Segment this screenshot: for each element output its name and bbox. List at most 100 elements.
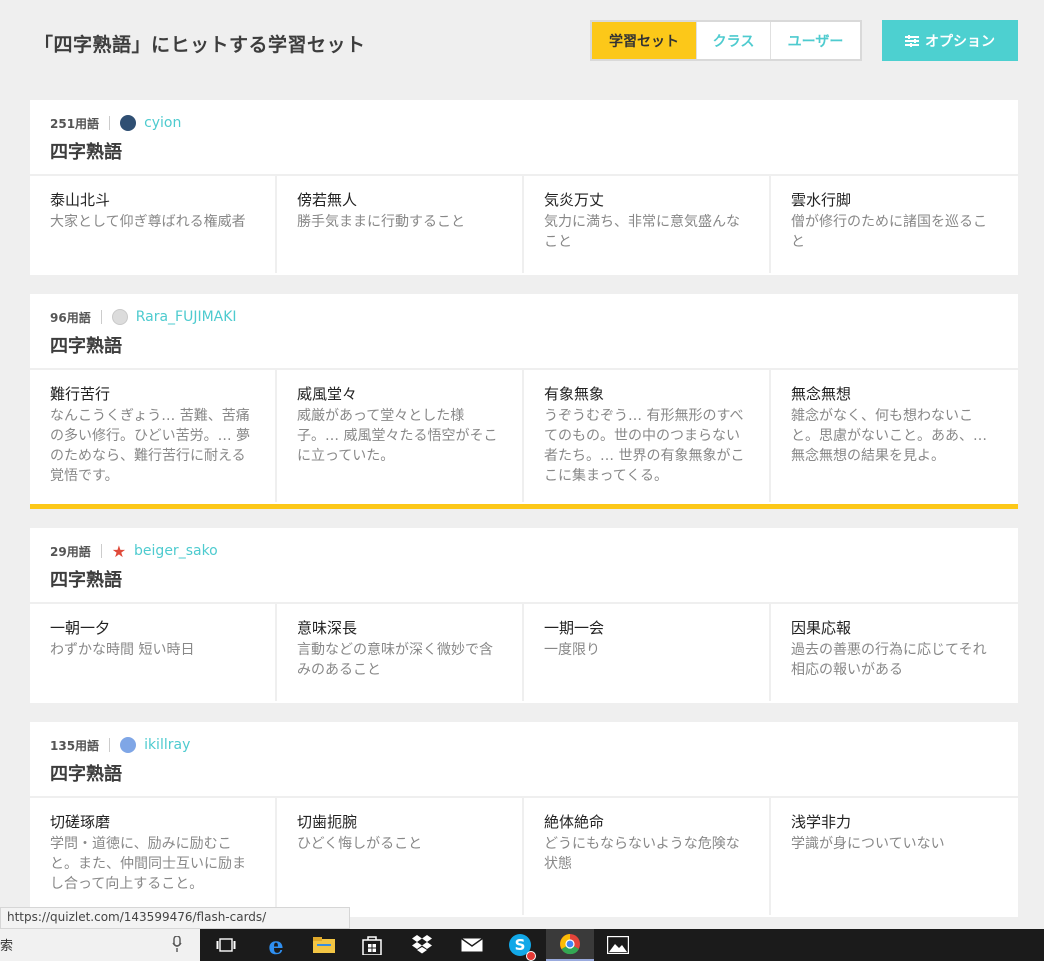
term-preview: 有象無象 うぞうむぞう… 有形無形のすべてのもの。世の中のつまらない者たち。… …: [524, 370, 771, 502]
microphone-icon[interactable]: [172, 935, 182, 956]
result-type-tabs: 学習セット クラス ユーザー: [590, 20, 862, 61]
term-count: 135用語: [50, 738, 100, 753]
term-definition: 言動などの意味が深く微妙で含みのあること: [297, 642, 493, 678]
term-definition: ひどく悔しがること: [297, 836, 423, 852]
term-word: 雲水行脚: [791, 191, 852, 209]
term-preview-row: 切磋琢磨 学問・道徳に、励みに励むこと。また、仲間同士互いに励まし合って向上する…: [30, 798, 1018, 915]
term-word: 因果応報: [791, 619, 852, 637]
meta-divider: [100, 310, 102, 324]
term-definition: 一度限り: [544, 642, 600, 658]
username-link[interactable]: beiger_sako: [134, 543, 218, 559]
term-preview: 意味深長 言動などの意味が深く微妙で含みのあること: [277, 604, 524, 701]
term-definition: 学問・道徳に、励みに励むこと。また、仲間同士互いに励まし合って向上すること。: [50, 836, 246, 892]
term-preview-row: 一朝一夕 わずかな時間 短い時日 意味深長 言動などの意味が深く微妙で含みのある…: [30, 604, 1018, 701]
set-title[interactable]: 四字熟語: [50, 138, 122, 164]
term-count: 29用語: [50, 544, 91, 559]
tab-study-sets[interactable]: 学習セット: [592, 22, 696, 59]
term-definition: 僧が修行のために諸国を巡ること: [791, 214, 987, 250]
term-preview: 泰山北斗 大家として仰ぎ尊ばれる権威者: [30, 176, 277, 273]
term-preview: 難行苦行 なんこうくぎょう… 苦難、苦痛の多い修行。ひどい苦労。… 夢のためなら…: [30, 370, 277, 502]
study-set-header: 251用語 cyion 四字熟語: [30, 100, 1018, 176]
study-set-card[interactable]: 29用語 ★ beiger_sako 四字熟語 一朝一夕 わずかな時間 短い時日…: [30, 528, 1018, 703]
term-preview: 傍若無人 勝手気ままに行動すること: [277, 176, 524, 273]
set-title[interactable]: 四字熟語: [50, 566, 122, 592]
file-explorer-icon[interactable]: [300, 929, 348, 961]
options-button[interactable]: オプション: [882, 20, 1018, 61]
tab-classes[interactable]: クラス: [696, 22, 771, 59]
study-set-card[interactable]: 135用語 ikillray 四字熟語 切磋琢磨 学問・道徳に、励みに励むこと。…: [30, 722, 1018, 917]
taskbar-search-box[interactable]: 索: [0, 929, 200, 961]
username-link[interactable]: cyion: [144, 115, 181, 131]
term-preview: 絶体絶命 どうにもならないような危険な状態: [524, 798, 771, 915]
term-word: 一期一会: [544, 619, 605, 637]
term-word: 気炎万丈: [544, 191, 605, 209]
term-preview: 気炎万丈 気力に満ち、非常に意気盛んなこと: [524, 176, 771, 273]
set-meta: 96用語 Rara_FUJIMAKI: [50, 308, 237, 326]
term-word: 有象無象: [544, 385, 605, 403]
term-definition: 勝手気ままに行動すること: [297, 214, 465, 230]
term-definition: 気力に満ち、非常に意気盛んなこと: [544, 214, 740, 250]
term-word: 無念無想: [791, 385, 852, 403]
tab-users[interactable]: ユーザー: [771, 22, 860, 59]
hover-highlight-bar: [30, 504, 1018, 509]
chrome-icon[interactable]: [546, 929, 594, 961]
term-preview: 一朝一夕 わずかな時間 短い時日: [30, 604, 277, 701]
term-word: 切磋琢磨: [50, 813, 111, 831]
term-definition: 威厳があって堂々とした様子。… 威風堂々たる悟空がそこに立っていた。: [297, 408, 498, 464]
store-icon[interactable]: [348, 929, 396, 961]
term-word: 一朝一夕: [50, 619, 111, 637]
study-set-header: 135用語 ikillray 四字熟語: [30, 722, 1018, 798]
username-link[interactable]: ikillray: [144, 737, 190, 753]
mail-icon[interactable]: [448, 929, 496, 961]
page-title: 「四字熟語」にヒットする学習セット: [34, 34, 366, 56]
star-icon: ★: [111, 541, 127, 561]
term-preview: 威風堂々 威厳があって堂々とした様子。… 威風堂々たる悟空がそこに立っていた。: [277, 370, 524, 502]
avatar: [120, 115, 137, 131]
photos-icon[interactable]: [594, 929, 642, 961]
term-definition: どうにもならないような危険な状態: [544, 836, 740, 872]
term-word: 絶体絶命: [544, 813, 605, 831]
windows-taskbar: 索 e S: [0, 929, 1044, 961]
page-header: 「四字熟語」にヒットする学習セット 学習セット クラス ユーザー オプション: [0, 0, 1044, 80]
term-preview: 切歯扼腕 ひどく悔しがること: [277, 798, 524, 915]
meta-divider: [109, 116, 111, 130]
term-preview: 一期一会 一度限り: [524, 604, 771, 701]
study-set-header: 29用語 ★ beiger_sako 四字熟語: [30, 528, 1018, 604]
study-set-card[interactable]: 251用語 cyion 四字熟語 泰山北斗 大家として仰ぎ尊ばれる権威者 傍若無…: [30, 100, 1018, 275]
term-count: 251用語: [50, 116, 100, 131]
set-title[interactable]: 四字熟語: [50, 760, 122, 786]
status-bar-url: https://quizlet.com/143599476/flash-card…: [0, 907, 350, 929]
term-count: 96用語: [50, 310, 91, 325]
meta-divider: [109, 738, 111, 752]
skype-icon[interactable]: S: [496, 929, 544, 961]
study-set-header: 96用語 Rara_FUJIMAKI 四字熟語: [30, 294, 1018, 370]
meta-divider: [100, 544, 102, 558]
term-definition: うぞうむぞう… 有形無形のすべてのもの。世の中のつまらない者たち。… 世界の有象…: [544, 408, 745, 484]
term-preview-row: 泰山北斗 大家として仰ぎ尊ばれる権威者 傍若無人 勝手気ままに行動すること 気炎…: [30, 176, 1018, 273]
username-link[interactable]: Rara_FUJIMAKI: [136, 309, 237, 325]
term-preview-row: 難行苦行 なんこうくぎょう… 苦難、苦痛の多い修行。ひどい苦労。… 夢のためなら…: [30, 370, 1018, 502]
sliders-icon: [905, 34, 919, 47]
term-preview: 浅学非力 学識が身についていない: [771, 798, 1018, 915]
set-title[interactable]: 四字熟語: [50, 332, 122, 358]
set-meta: 29用語 ★ beiger_sako: [50, 541, 218, 561]
options-label: オプション: [925, 33, 995, 50]
term-word: 泰山北斗: [50, 191, 111, 209]
term-definition: わずかな時間 短い時日: [50, 642, 195, 658]
edge-browser-icon[interactable]: e: [252, 929, 300, 961]
term-word: 難行苦行: [50, 385, 111, 403]
set-meta: 135用語 ikillray: [50, 736, 190, 754]
term-definition: 学識が身についていない: [791, 836, 945, 852]
term-word: 意味深長: [297, 619, 358, 637]
set-meta: 251用語 cyion: [50, 114, 181, 132]
term-preview: 雲水行脚 僧が修行のために諸国を巡ること: [771, 176, 1018, 273]
term-definition: なんこうくぎょう… 苦難、苦痛の多い修行。ひどい苦労。… 夢のためなら、難行苦行…: [50, 408, 251, 484]
task-view-icon[interactable]: [202, 929, 250, 961]
term-word: 傍若無人: [297, 191, 358, 209]
term-word: 浅学非力: [791, 813, 852, 831]
dropbox-icon[interactable]: [398, 929, 446, 961]
term-word: 切歯扼腕: [297, 813, 358, 831]
study-set-card[interactable]: 96用語 Rara_FUJIMAKI 四字熟語 難行苦行 なんこうくぎょう… 苦…: [30, 294, 1018, 504]
search-fragment: 索: [0, 939, 14, 954]
term-preview: 因果応報 過去の善悪の行為に応じてそれ相応の報いがある: [771, 604, 1018, 701]
